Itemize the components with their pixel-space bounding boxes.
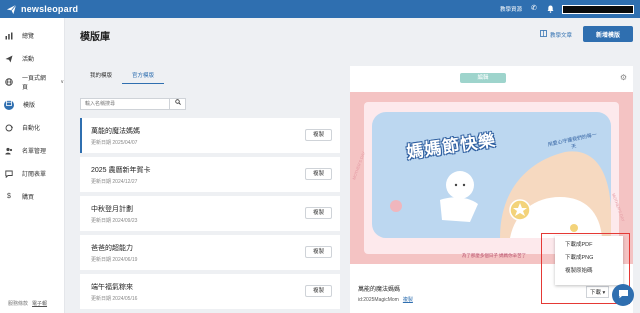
template-date: 更新日期 2024/09/23	[91, 218, 138, 224]
sidebar-item-label: 自動化	[22, 126, 41, 132]
template-card[interactable]: 爸爸的超能力 更新日期 2024/06/19 複製	[80, 235, 340, 270]
bar-chart-icon	[5, 32, 13, 40]
template-id: id:2025MagicMom 複製	[358, 296, 413, 303]
gear-icon[interactable]: ⚙	[620, 73, 627, 82]
dollar-icon: $	[7, 192, 11, 200]
menu-item-download-pdf[interactable]: 下載成PDF	[555, 239, 623, 252]
brand-name: newsleopard	[21, 4, 79, 14]
phone-icon[interactable]: ✆	[530, 5, 538, 13]
sidebar-item-forms[interactable]: 訂閱表單	[0, 168, 64, 179]
form-icon	[5, 170, 13, 178]
copy-button[interactable]: 複製	[305, 168, 332, 180]
tab-official-templates[interactable]: 官方模版	[122, 68, 165, 84]
download-menu: 下載成PDF 下載成PNG 複製原始碼	[555, 236, 623, 285]
template-title: 萬能的魔法媽媽	[358, 287, 401, 293]
bell-icon[interactable]	[546, 5, 554, 13]
sidebar-item-landing-pages[interactable]: 一頁式網頁 ∨	[0, 76, 64, 91]
template-icon	[4, 99, 14, 110]
page-title: 模版庫	[80, 32, 110, 43]
template-name: 萬能的魔法媽媽	[91, 128, 140, 135]
copy-button[interactable]: 複製	[305, 129, 332, 141]
chevron-down-icon: ∨	[60, 78, 64, 85]
template-card[interactable]: 端午福氣粽來 更新日期 2024/05/16 複製	[80, 274, 340, 309]
copy-button[interactable]: 複製	[305, 246, 332, 258]
tab-my-templates[interactable]: 我的模版	[80, 68, 122, 84]
search-icon[interactable]	[169, 99, 185, 109]
template-id-value: id:2025MagicMom	[358, 297, 399, 303]
template-card[interactable]: 萬能的魔法媽媽 更新日期 2025/04/07 複製	[80, 118, 340, 153]
template-name: 爸爸的超能力	[91, 245, 133, 252]
search-box	[80, 98, 186, 110]
sidebar-item-label: 活動	[22, 57, 35, 63]
top-bar: newsleopard 教學資源 ✆	[0, 0, 640, 18]
search-input[interactable]	[81, 99, 169, 109]
sidebar-item-templates[interactable]: 模版	[0, 99, 64, 110]
template-date: 更新日期 2024/05/16	[91, 296, 138, 302]
people-icon	[5, 147, 13, 155]
sidebar-item-label: 名單管理	[22, 149, 47, 155]
tutorial-label: 教學文章	[550, 32, 573, 39]
sidebar-item-campaigns[interactable]: 活動	[0, 53, 64, 64]
template-name: 2025 農曆新年賀卡	[91, 167, 151, 174]
copy-button[interactable]: 複製	[305, 207, 332, 219]
download-button[interactable]: 下載 ▾	[586, 286, 610, 298]
template-list: 萬能的魔法媽媽 更新日期 2025/04/07 複製 2025 農曆新年賀卡 更…	[80, 118, 340, 313]
copy-button[interactable]: 複製	[305, 285, 332, 297]
newsletter-link[interactable]: 電子報	[32, 300, 47, 307]
sidebar-item-overview[interactable]: 總覽	[0, 30, 64, 41]
sidebar-footer: 服務條款 電子報	[8, 300, 47, 307]
book-icon	[540, 30, 547, 39]
globe-icon	[5, 77, 13, 86]
resources-link[interactable]: 教學資源	[500, 5, 522, 13]
template-card[interactable]: 2025 農曆新年賀卡 更新日期 2024/12/27 複製	[80, 157, 340, 192]
sidebar-item-label: 模版	[23, 103, 36, 109]
poster-bottom-text: 為了那麼多個日子 媽媽你辛苦了	[461, 253, 527, 258]
menu-item-copy-source[interactable]: 複製原始碼	[555, 265, 623, 278]
new-template-button[interactable]: 新增模版	[583, 26, 633, 42]
edit-button[interactable]: 編輯	[460, 73, 506, 83]
sidebar-item-label: 總覽	[22, 34, 35, 40]
template-tabs: 我的模版 官方模版	[80, 68, 165, 84]
tutorial-link[interactable]: 教學文章	[540, 30, 572, 39]
copy-id-link[interactable]: 複製	[403, 297, 413, 303]
paper-plane-icon	[6, 4, 17, 15]
sidebar-item-label: 一頁式網頁	[22, 75, 47, 91]
template-name: 端午福氣粽來	[91, 284, 133, 291]
sidebar-item-automation[interactable]: 自動化	[0, 122, 64, 133]
sidebar-item-label: 購買	[22, 195, 35, 201]
terms-link[interactable]: 服務條款	[8, 300, 28, 307]
brand-logo[interactable]: newsleopard	[6, 4, 78, 15]
template-date: 更新日期 2024/06/19	[91, 257, 138, 263]
user-account-menu[interactable]	[562, 4, 634, 14]
sidebar: 總覽 活動 一頁式網頁 ∨ 模版 自動化 名單管理 訂閱表單 $ 購買 服務條款…	[0, 18, 65, 313]
menu-item-download-png[interactable]: 下載成PNG	[555, 252, 623, 265]
automation-icon	[5, 124, 14, 132]
template-name: 中秋登月計劃	[91, 206, 133, 213]
template-card[interactable]: 中秋登月計劃 更新日期 2024/09/23 複製	[80, 196, 340, 231]
sidebar-item-label: 訂閱表單	[22, 172, 47, 178]
sidebar-item-contacts[interactable]: 名單管理	[0, 145, 64, 156]
template-date: 更新日期 2025/04/07	[91, 140, 138, 146]
sidebar-item-purchase[interactable]: $ 購買	[0, 191, 64, 202]
chat-button[interactable]	[612, 284, 634, 306]
send-icon	[5, 55, 13, 63]
template-date: 更新日期 2024/12/27	[91, 179, 138, 185]
chat-icon	[618, 289, 629, 301]
